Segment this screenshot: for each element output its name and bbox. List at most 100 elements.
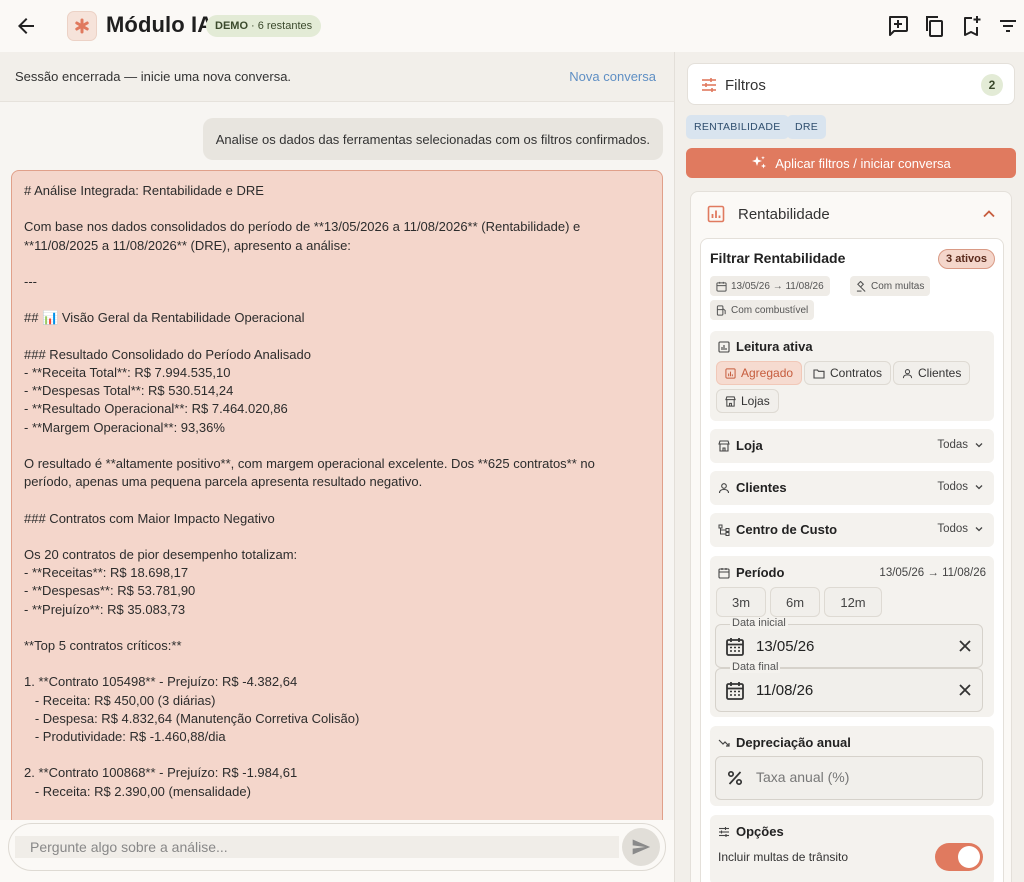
gavel-icon	[856, 280, 866, 292]
filters-count-badge: 2	[981, 74, 1003, 96]
person-icon	[902, 368, 913, 378]
calendar-icon	[716, 281, 727, 292]
ai-message-line: 2. **Contrato 100868** - Prejuízo: R$ -1…	[24, 765, 298, 781]
clientes-value: Todos	[937, 481, 984, 493]
ai-message-line	[24, 619, 650, 637]
opcoes-section: Opções Incluir multas de trânsito	[710, 815, 994, 882]
end-date-field[interactable]: Data final 11/08/26	[715, 661, 983, 712]
chevron-down-icon	[975, 443, 983, 448]
app-header: Módulo IA DEMO · 6 restantes	[0, 0, 1024, 52]
ai-message-line: - **Receitas**: R$ 18.698,17	[24, 565, 189, 581]
rentabilidade-card: Rentabilidade Filtrar Rentabilidade 3 at…	[690, 191, 1012, 882]
ai-message-line: **Top 5 contratos críticos:**	[24, 637, 182, 653]
apply-filters-label: Aplicar filtros / iniciar conversa	[775, 155, 951, 171]
option-contratos[interactable]: Contratos	[804, 361, 892, 385]
fines-chip: Com multas	[850, 276, 931, 296]
ai-message-line: - **Margem Operacional**: 93,36%	[24, 419, 225, 435]
ai-message-line: - **Receita Total**: R$ 7.994.535,10	[24, 364, 231, 380]
range-3m-button[interactable]: 3m	[716, 587, 766, 617]
tag-dre[interactable]: DRE	[787, 115, 827, 139]
user-message: Analise os dados das ferramentas selecio…	[202, 118, 663, 160]
ai-message-line: - Despesa: R$ 4.832,64 (Manutenção Corre…	[24, 710, 360, 726]
ai-message-line	[24, 528, 650, 546]
ai-message-line: **11/08/2025 a 11/08/2026** (DRE), apres…	[24, 237, 351, 253]
period-chip-label: 13/05/26 → 11/08/26	[731, 280, 824, 292]
periodo-value: 13/05/26 → 11/08/26	[879, 567, 986, 579]
range-12m-button[interactable]: 12m	[824, 587, 882, 617]
periodo-label: Período	[718, 565, 784, 580]
clientes-label: Clientes	[718, 480, 787, 495]
ai-message-line: 1. **Contrato 105498** - Prejuízo: R$ -4…	[24, 674, 298, 690]
end-date-label: Data final	[730, 661, 781, 673]
filter-list-icon[interactable]	[996, 14, 1020, 38]
depreciacao-section: Depreciação anual	[710, 726, 994, 806]
add-comment-icon[interactable]	[886, 14, 910, 38]
opcoes-label: Opções	[718, 824, 784, 839]
person-icon	[718, 482, 730, 493]
ai-message-line: Os 20 contratos de pior desempenho total…	[24, 546, 298, 562]
ai-message: # Análise Integrada: Rentabilidade e DRE…	[11, 170, 663, 820]
demo-badge: DEMO · 6 restantes	[206, 15, 322, 37]
depreciation-rate-field[interactable]	[715, 756, 983, 800]
store-icon	[725, 395, 736, 407]
ai-message-line	[24, 491, 650, 509]
option-clientes[interactable]: Clientes	[893, 361, 971, 385]
ai-message-line: Com base nos dados consolidados do perío…	[24, 219, 581, 235]
fines-toggle[interactable]	[935, 843, 983, 871]
fines-chip-label: Com multas	[871, 280, 925, 292]
centro-custo-select[interactable]: Centro de Custo Todos	[710, 513, 994, 547]
chat-area[interactable]: Analise os dados das ferramentas selecio…	[0, 102, 674, 820]
chevron-down-icon	[975, 485, 983, 490]
copy-icon[interactable]	[922, 14, 946, 38]
ai-message-line	[24, 746, 650, 764]
filters-title: Filtros	[725, 77, 766, 94]
option-lojas[interactable]: Lojas	[716, 389, 779, 413]
option-agregado[interactable]: Agregado	[716, 361, 803, 385]
clientes-select[interactable]: Clientes Todos	[710, 471, 994, 505]
periodo-section: Período 13/05/26 → 11/08/26 3m 6m 12m Da…	[710, 556, 994, 717]
end-date-value: 11/08/26	[756, 682, 814, 699]
ai-message-line: - **Prejuízo**: R$ 35.083,73	[24, 601, 186, 617]
ai-message-line: ---	[24, 273, 37, 289]
chevron-up-icon[interactable]	[981, 206, 997, 222]
ai-message-line: período, apenas uma pequena parcela apre…	[24, 474, 423, 490]
filter-rentabilidade-title: Filtrar Rentabilidade	[710, 250, 846, 266]
question-input[interactable]	[15, 836, 619, 858]
ai-message-line	[24, 328, 650, 346]
leitura-section: Leitura ativa Agregado Contratos Cliente…	[710, 331, 994, 421]
depreciation-rate-input[interactable]	[756, 769, 966, 785]
apply-filters-button[interactable]: Aplicar filtros / iniciar conversa	[686, 148, 1016, 178]
filter-rentabilidade-card: Filtrar Rentabilidade 3 ativos 13/05/26 …	[700, 238, 1004, 882]
active-count-badge: 3 ativos	[938, 249, 995, 269]
demo-remaining: · 6 restantes	[251, 20, 313, 32]
send-button[interactable]	[622, 828, 660, 866]
app-title: Módulo IA	[106, 12, 214, 37]
fuel-icon	[716, 304, 726, 316]
loja-select[interactable]: Loja Todas	[710, 429, 994, 463]
ai-message-line: - Receita: R$ 2.390,00 (mensalidade)	[24, 783, 251, 799]
clear-end-date-icon[interactable]	[957, 682, 973, 698]
start-date-label: Data inicial	[730, 617, 788, 629]
rentabilidade-title: Rentabilidade	[738, 206, 830, 223]
session-bar: Sessão encerrada — inicie uma nova conve…	[0, 52, 674, 102]
bookmark-add-icon[interactable]	[959, 14, 983, 38]
centro-custo-value: Todos	[937, 523, 984, 535]
ai-message-line: ## 📊 Visão Geral da Rentabilidade Operac…	[24, 310, 305, 326]
period-chip: 13/05/26 → 11/08/26	[710, 276, 830, 296]
ai-message-line: ### Contratos com Maior Impacto Negativo	[24, 510, 275, 526]
tag-rentabilidade[interactable]: RENTABILIDADE	[686, 115, 789, 139]
range-6m-button[interactable]: 6m	[770, 587, 820, 617]
filters-header[interactable]: Filtros 2	[687, 63, 1015, 105]
ai-message-line	[24, 291, 650, 309]
tune-icon	[701, 77, 717, 93]
hierarchy-icon	[718, 524, 730, 536]
session-ended-text: Sessão encerrada — inicie uma nova conve…	[15, 69, 292, 84]
depreciacao-label: Depreciação anual	[718, 735, 851, 750]
new-conversation-link[interactable]: Nova conversa	[569, 69, 656, 84]
ai-message-line: - Produtividade: R$ -1.460,88/dia	[24, 728, 226, 744]
ai-message-line: - **Despesas Total**: R$ 530.514,24	[24, 383, 234, 399]
calendar-icon	[725, 637, 745, 657]
bar-chart-icon	[707, 205, 725, 223]
back-arrow-icon[interactable]	[14, 14, 38, 38]
clear-start-date-icon[interactable]	[957, 638, 973, 654]
